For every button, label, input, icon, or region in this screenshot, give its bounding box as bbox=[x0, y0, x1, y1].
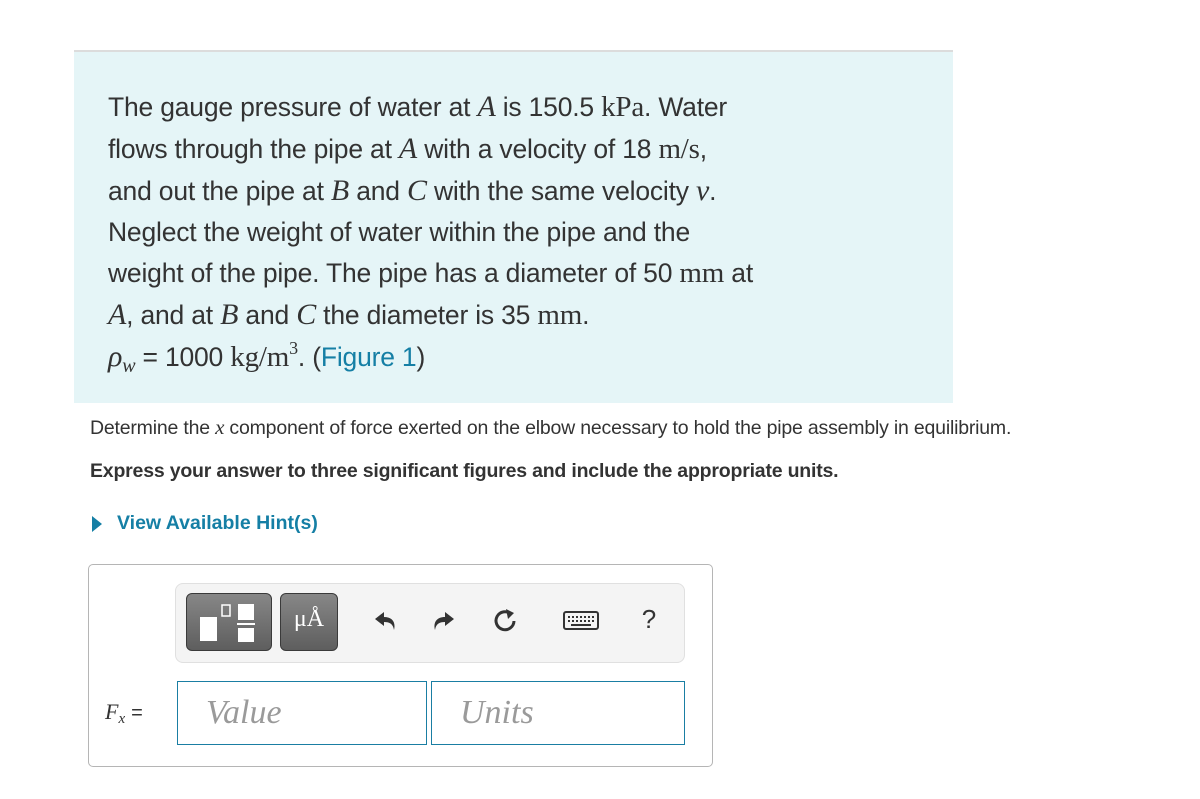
answer-instruction: Express your answer to three significant… bbox=[90, 460, 839, 482]
force-symbol: F bbox=[105, 699, 119, 724]
reset-button[interactable] bbox=[490, 606, 520, 636]
math-toolbar: μÅ ? bbox=[175, 583, 685, 663]
undo-button[interactable] bbox=[371, 606, 401, 636]
units-input[interactable] bbox=[431, 681, 685, 745]
text: and bbox=[349, 176, 408, 206]
hint-link-label: View Available Hint(s) bbox=[117, 512, 318, 534]
variable-v: v bbox=[695, 174, 710, 207]
unit-kg-per-m: kg/m bbox=[230, 341, 290, 373]
figure-link[interactable]: Figure 1 bbox=[321, 342, 417, 372]
redo-button[interactable] bbox=[428, 606, 458, 636]
text: is 150.5 bbox=[495, 92, 602, 122]
problem-statement: The gauge pressure of water at A is 150.… bbox=[108, 86, 928, 378]
variable-a: A bbox=[477, 90, 496, 123]
units-label: μÅ bbox=[293, 606, 325, 632]
text: component of force exerted on the elbow … bbox=[224, 417, 1012, 439]
variable-x: x bbox=[215, 415, 225, 439]
problem-line: ρw = 1000 kg/m3. (Figure 1) bbox=[108, 336, 928, 378]
variable-a: A bbox=[398, 132, 418, 165]
templates-button[interactable] bbox=[186, 593, 272, 651]
unit-exponent: 3 bbox=[289, 338, 298, 358]
help-button[interactable]: ? bbox=[634, 604, 664, 634]
view-hints-link[interactable]: View Available Hint(s) bbox=[92, 512, 318, 535]
text: weight of the pipe. The pipe has a diame… bbox=[108, 258, 680, 288]
text: with the same velocity bbox=[426, 176, 696, 206]
rho-symbol: ρ bbox=[108, 340, 123, 373]
problem-line: Neglect the weight of water within the p… bbox=[108, 212, 928, 253]
unit-kpa: kPa bbox=[601, 91, 645, 123]
text: . bbox=[709, 176, 717, 206]
equals-sign: = bbox=[131, 702, 143, 724]
text: Neglect the weight of water within the p… bbox=[108, 217, 691, 247]
text: flows through the pipe at bbox=[108, 134, 399, 164]
text: The gauge pressure of water at bbox=[108, 92, 478, 122]
reset-icon bbox=[494, 609, 516, 632]
answer-label: Fx = bbox=[105, 699, 143, 728]
text: , and at bbox=[126, 300, 221, 330]
templates-icon bbox=[200, 604, 255, 642]
help-icon: ? bbox=[641, 603, 657, 634]
force-subscript: x bbox=[118, 711, 126, 727]
unit-mm: mm bbox=[537, 299, 583, 331]
keyboard-button[interactable] bbox=[563, 606, 599, 636]
undo-icon bbox=[375, 612, 395, 630]
text: and bbox=[238, 300, 297, 330]
problem-line: flows through the pipe at A with a veloc… bbox=[108, 128, 928, 170]
unit-ms: m/s bbox=[658, 133, 700, 165]
variable-a: A bbox=[108, 298, 127, 331]
unit-mm: mm bbox=[679, 257, 725, 289]
text: with a velocity of 18 bbox=[417, 134, 659, 164]
text: at bbox=[724, 258, 754, 288]
variable-c: C bbox=[407, 174, 427, 207]
problem-statement-box: The gauge pressure of water at A is 150.… bbox=[74, 50, 953, 403]
variable-b: B bbox=[220, 298, 239, 331]
redo-icon bbox=[434, 612, 454, 630]
text: ) bbox=[416, 342, 426, 372]
problem-line: weight of the pipe. The pipe has a diame… bbox=[108, 253, 928, 294]
caret-right-icon bbox=[92, 515, 102, 532]
rho-subscript: w bbox=[122, 355, 136, 377]
text: and out the pipe at bbox=[108, 176, 331, 206]
keyboard-icon bbox=[563, 611, 599, 630]
variable-b: B bbox=[330, 174, 350, 207]
text: = 1000 bbox=[135, 342, 231, 372]
text: the diameter is 35 bbox=[316, 300, 538, 330]
answer-box: μÅ ? Fx = Value Units bbox=[88, 564, 713, 767]
problem-line: and out the pipe at B and C with the sam… bbox=[108, 170, 928, 212]
variable-c: C bbox=[296, 298, 317, 331]
value-input[interactable] bbox=[177, 681, 427, 745]
text: . Water bbox=[644, 92, 728, 122]
text: Determine the bbox=[90, 417, 216, 439]
text: . bbox=[582, 300, 590, 330]
problem-line: The gauge pressure of water at A is 150.… bbox=[108, 86, 928, 128]
question-text: Determine the x component of force exert… bbox=[90, 415, 1011, 440]
text: . ( bbox=[297, 342, 321, 372]
units-button[interactable]: μÅ bbox=[280, 593, 338, 651]
problem-line: A, and at B and C the diameter is 35 mm. bbox=[108, 294, 928, 336]
text: , bbox=[699, 134, 707, 164]
